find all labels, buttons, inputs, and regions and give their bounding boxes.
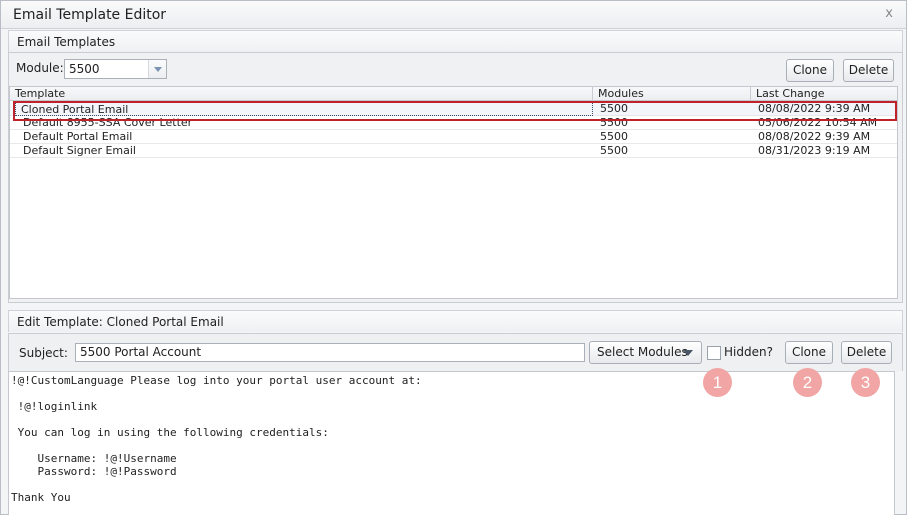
clone-template-button[interactable]: Clone xyxy=(786,59,834,82)
select-modules-label: Select Modules xyxy=(597,345,688,359)
template-body-editor[interactable]: !@!CustomLanguage Please log into your p… xyxy=(8,371,895,515)
editor-line: Username: !@!Username xyxy=(11,452,177,465)
cell-last-change: 08/31/2023 9:19 AM xyxy=(758,144,871,157)
email-templates-header: Email Templates xyxy=(8,30,903,52)
window-title: Email Template Editor xyxy=(13,7,167,23)
grid-header: Template Modules Last Change xyxy=(10,87,897,101)
subject-label: Subject: xyxy=(19,346,68,360)
editor-line: !@!loginlink xyxy=(11,400,98,413)
cell-modules: 5500 xyxy=(600,130,628,143)
cell-last-change: 05/06/2022 10:54 AM xyxy=(758,116,878,129)
callout-badge-3: 3 xyxy=(851,368,880,397)
cell-template: Default Portal Email xyxy=(23,130,133,143)
module-label: Module: xyxy=(16,61,64,75)
edit-template-toolbar: Subject: 5500 Portal Account Select Modu… xyxy=(8,333,903,371)
delete-template-button[interactable]: Delete xyxy=(843,59,894,82)
editor-line: You can log in using the following crede… xyxy=(11,426,329,439)
email-template-editor-dialog: Email Template Editor x Email Templates … xyxy=(0,0,907,515)
clone-button[interactable]: Clone xyxy=(785,341,833,364)
subject-input[interactable]: 5500 Portal Account xyxy=(75,343,585,362)
cell-modules: 5500 xyxy=(600,144,628,157)
email-templates-panel: Module: 5500 Clone Delete Template Modul… xyxy=(8,52,903,303)
table-row[interactable]: Cloned Portal Email 5500 08/08/2022 9:39… xyxy=(10,102,897,116)
delete-button[interactable]: Delete xyxy=(841,341,892,364)
select-modules-button[interactable]: Select Modules xyxy=(589,341,702,364)
editor-line: Password: !@!Password xyxy=(11,465,177,478)
cell-template: Cloned Portal Email xyxy=(15,102,593,116)
cell-template: Default 8955-SSA Cover Letter xyxy=(23,116,193,129)
editor-line: !@!CustomLanguage Please log into your p… xyxy=(11,374,422,387)
table-row[interactable]: Default Portal Email 5500 08/08/2022 9:3… xyxy=(10,130,897,144)
column-header-last-change[interactable]: Last Change xyxy=(751,87,897,101)
column-header-template[interactable]: Template xyxy=(10,87,593,101)
module-select[interactable]: 5500 xyxy=(64,59,167,79)
edit-template-header: Edit Template: Cloned Portal Email xyxy=(8,310,903,332)
hidden-checkbox[interactable] xyxy=(707,346,721,360)
cell-modules: 5500 xyxy=(600,116,628,129)
callout-badge-2: 2 xyxy=(793,368,822,397)
module-select-value: 5500 xyxy=(69,62,100,76)
callout-badge-1: 1 xyxy=(703,368,732,397)
cell-template: Default Signer Email xyxy=(23,144,136,157)
cell-last-change: 08/08/2022 9:39 AM xyxy=(758,102,871,115)
email-templates-title: Email Templates xyxy=(17,35,116,49)
templates-grid: Template Modules Last Change Cloned Port… xyxy=(9,86,898,299)
table-row[interactable]: Default 8955-SSA Cover Letter 5500 05/06… xyxy=(10,116,897,130)
hidden-label: Hidden? xyxy=(724,345,773,359)
column-header-modules[interactable]: Modules xyxy=(593,87,751,101)
cell-last-change: 08/08/2022 9:39 AM xyxy=(758,130,871,143)
edit-template-title: Edit Template: Cloned Portal Email xyxy=(17,315,224,329)
title-bar: Email Template Editor x xyxy=(1,1,906,29)
caret-down-icon xyxy=(683,350,693,356)
close-icon[interactable]: x xyxy=(885,6,893,21)
chevron-down-icon[interactable] xyxy=(148,60,166,78)
editor-line: Thank You xyxy=(11,491,71,504)
cell-modules: 5500 xyxy=(600,102,628,115)
table-row[interactable]: Default Signer Email 5500 08/31/2023 9:1… xyxy=(10,144,897,158)
